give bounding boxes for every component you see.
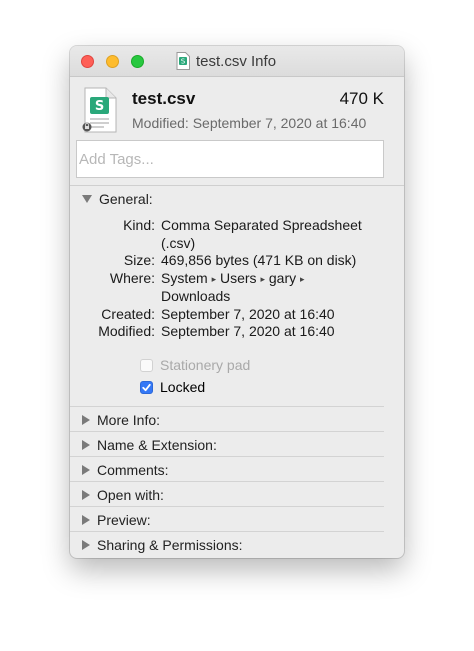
info-row-modified: Modified: September 7, 2020 at 16:40 bbox=[70, 323, 404, 341]
stationery-pad-checkbox bbox=[140, 358, 153, 372]
divider bbox=[70, 406, 384, 407]
section-label: Comments: bbox=[97, 462, 169, 478]
section-sharing-permissions-toggle[interactable]: Sharing & Permissions: bbox=[82, 536, 243, 554]
window-title: S test.csv Info bbox=[176, 52, 276, 70]
path-component: System bbox=[161, 269, 208, 286]
info-value: September 7, 2020 at 16:40 bbox=[161, 323, 335, 339]
info-row-size: Size: 469,856 bytes (471 KB on disk) bbox=[70, 252, 404, 270]
section-label: Preview: bbox=[97, 512, 151, 528]
disclosure-triangle-icon[interactable] bbox=[82, 440, 90, 450]
info-window: S test.csv Info S test.csv 470 K Modifie… bbox=[70, 46, 404, 558]
path-separator-icon: ▸ bbox=[300, 273, 305, 284]
info-value: Comma Separated Spreadsheet (.csv) bbox=[161, 217, 381, 252]
section-more-info-toggle[interactable]: More Info: bbox=[82, 411, 160, 429]
path-component: Downloads bbox=[161, 288, 231, 304]
disclosure-triangle-icon[interactable] bbox=[82, 195, 92, 203]
info-key: Where: bbox=[109, 269, 155, 286]
close-button[interactable] bbox=[81, 55, 94, 68]
info-value: 469,856 bytes (471 KB on disk) bbox=[161, 252, 357, 268]
info-key: Kind: bbox=[123, 217, 155, 233]
disclosure-triangle-icon[interactable] bbox=[82, 465, 90, 475]
section-label: Sharing & Permissions: bbox=[97, 537, 243, 553]
section-general-label: General: bbox=[99, 191, 153, 207]
path-separator-icon: ▸ bbox=[211, 273, 217, 284]
section-label: Name & Extension: bbox=[97, 437, 217, 453]
spreadsheet-file-icon: S bbox=[82, 87, 117, 133]
locked-checkbox[interactable] bbox=[140, 380, 153, 394]
section-label: Open with: bbox=[97, 487, 164, 503]
path-component: Users bbox=[220, 269, 257, 286]
zoom-button[interactable] bbox=[131, 55, 144, 68]
disclosure-triangle-icon[interactable] bbox=[82, 490, 90, 500]
section-preview-toggle[interactable]: Preview: bbox=[82, 511, 151, 529]
stationery-pad-label: Stationery pad bbox=[160, 357, 251, 373]
file-name: test.csv bbox=[132, 89, 196, 108]
section-comments-toggle[interactable]: Comments: bbox=[82, 461, 169, 479]
title-bar: S test.csv Info bbox=[70, 46, 404, 77]
divider bbox=[70, 481, 384, 482]
locked-label: Locked bbox=[160, 379, 206, 395]
kind-line-2: (.csv) bbox=[161, 234, 196, 251]
divider bbox=[70, 431, 384, 432]
divider bbox=[70, 456, 384, 457]
divider bbox=[70, 185, 404, 186]
section-label: More Info: bbox=[97, 412, 161, 428]
svg-text:S: S bbox=[181, 58, 186, 66]
file-header: S test.csv 470 K Modified: September 7, … bbox=[70, 77, 404, 137]
general-info-grid: Kind: Comma Separated Spreadsheet (.csv)… bbox=[70, 217, 404, 341]
info-row-created: Created: September 7, 2020 at 16:40 bbox=[70, 306, 404, 324]
info-key: Created: bbox=[101, 305, 155, 322]
file-modified-date: Modified: September 7, 2020 at 16:40 bbox=[132, 115, 367, 131]
stationery-pad-checkbox-row: Stationery pad bbox=[140, 357, 250, 373]
svg-text:S: S bbox=[95, 99, 104, 114]
disclosure-triangle-icon[interactable] bbox=[82, 515, 90, 525]
info-key: Modified: bbox=[98, 323, 155, 339]
kind-line-1: Comma Separated Spreadsheet bbox=[161, 217, 362, 233]
section-open-with-toggle[interactable]: Open with: bbox=[82, 486, 164, 504]
locked-checkbox-row: Locked bbox=[140, 379, 205, 395]
info-row-kind: Kind: Comma Separated Spreadsheet (.csv) bbox=[70, 217, 404, 252]
disclosure-triangle-icon[interactable] bbox=[82, 540, 90, 550]
tags-input[interactable] bbox=[76, 140, 384, 178]
checkmark-icon bbox=[142, 383, 151, 391]
file-size: 470 K bbox=[339, 89, 384, 108]
path-separator-icon: ▸ bbox=[260, 273, 265, 284]
path-component: gary bbox=[268, 269, 297, 286]
minimize-button[interactable] bbox=[106, 55, 119, 68]
section-general-toggle[interactable]: General: bbox=[82, 190, 153, 208]
disclosure-triangle-icon[interactable] bbox=[82, 415, 90, 425]
divider bbox=[70, 506, 384, 507]
info-value: September 7, 2020 at 16:40 bbox=[161, 305, 335, 322]
info-key: Size: bbox=[123, 252, 155, 268]
section-name-extension-toggle[interactable]: Name & Extension: bbox=[82, 436, 217, 454]
spreadsheet-file-icon: S bbox=[176, 52, 190, 70]
window-title-text: test.csv Info bbox=[196, 52, 277, 70]
divider bbox=[70, 531, 384, 532]
path-value: System ▸ Users ▸ gary ▸ Downloads bbox=[161, 270, 381, 306]
info-row-where: Where: System ▸ Users ▸ gary ▸ Downloads bbox=[70, 270, 404, 306]
